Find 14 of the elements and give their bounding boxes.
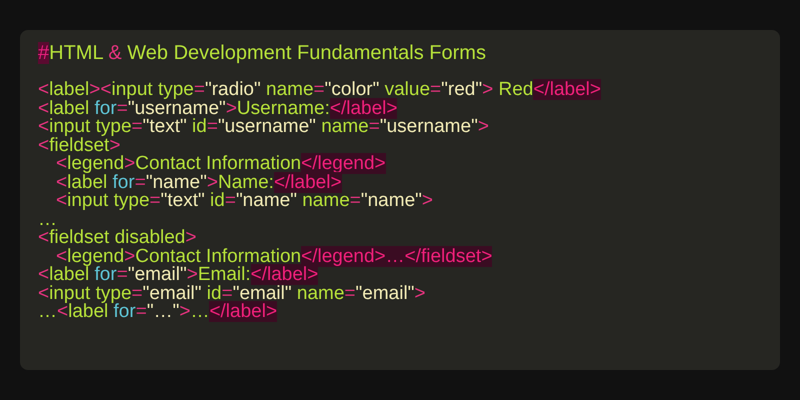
code-line: <label for="username">Username:</label> bbox=[38, 100, 398, 118]
code-line: <fieldset disabled> bbox=[38, 229, 196, 248]
code-line: <input type="text" id="name" name="name"> bbox=[56, 192, 434, 210]
code-line: <input type="text" id="username" name="username"> bbox=[38, 118, 489, 136]
code-line: <label for="name">Name:</label> bbox=[56, 174, 342, 192]
code-line: <input type="email" id="email" name="email"> bbox=[38, 284, 426, 303]
code-line: …<label for="…">…</label> bbox=[38, 303, 278, 322]
code-line: <legend>Contact Information</legend>…</fieldset> bbox=[56, 248, 492, 266]
code-line: <label for="email">Email:</label> bbox=[38, 266, 318, 284]
code-line: <label><input type="radio" name="color" value="red"> Red</label> bbox=[38, 81, 601, 100]
code-line: … bbox=[38, 210, 57, 229]
code-line: <fieldset> bbox=[38, 136, 120, 155]
code-line: <legend>Contact Information</legend> bbox=[56, 155, 386, 174]
code-title: #HTML & Web Development Fundamentals Forms bbox=[38, 42, 486, 64]
